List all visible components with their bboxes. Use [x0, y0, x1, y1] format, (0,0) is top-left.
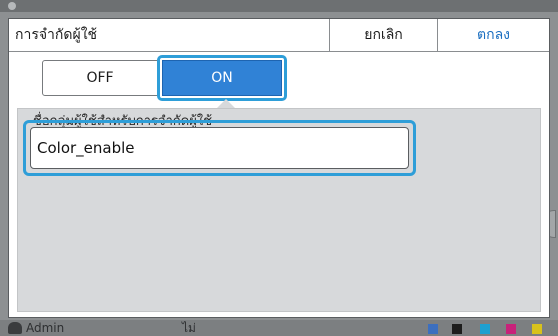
- background-indicator-dot: [8, 2, 16, 10]
- user-icon: [8, 322, 22, 334]
- ink-k-icon: [452, 324, 462, 334]
- ink-indicator-icon: [428, 324, 438, 334]
- dialog-header: การจำกัดผู้ใช้ ยกเลิก ตกลง: [9, 19, 549, 52]
- dialog-body: OFF ON ชื่อกลุ่มผู้ใช้สำหรับการจำกัดผู้ใ…: [9, 52, 549, 317]
- ink-c-icon: [480, 324, 490, 334]
- ink-y-icon: [532, 324, 542, 334]
- ink-m-icon: [506, 324, 516, 334]
- user-restriction-dialog: การจำกัดผู้ใช้ ยกเลิก ตกลง OFF ON ชื่อกล…: [8, 18, 550, 318]
- toggle-on-button[interactable]: ON: [162, 60, 282, 96]
- background-top-strip: [0, 0, 558, 12]
- dialog-title: การจำกัดผู้ใช้: [15, 27, 98, 43]
- user-group-input[interactable]: [30, 127, 409, 169]
- status-mode-label: ไม่: [182, 321, 196, 335]
- ok-button[interactable]: ตกลง: [437, 19, 549, 51]
- toggle-off-button[interactable]: OFF: [42, 60, 158, 96]
- status-user-label: Admin: [26, 321, 65, 335]
- cancel-button[interactable]: ยกเลิก: [329, 19, 437, 51]
- background-status-bar: [0, 320, 558, 336]
